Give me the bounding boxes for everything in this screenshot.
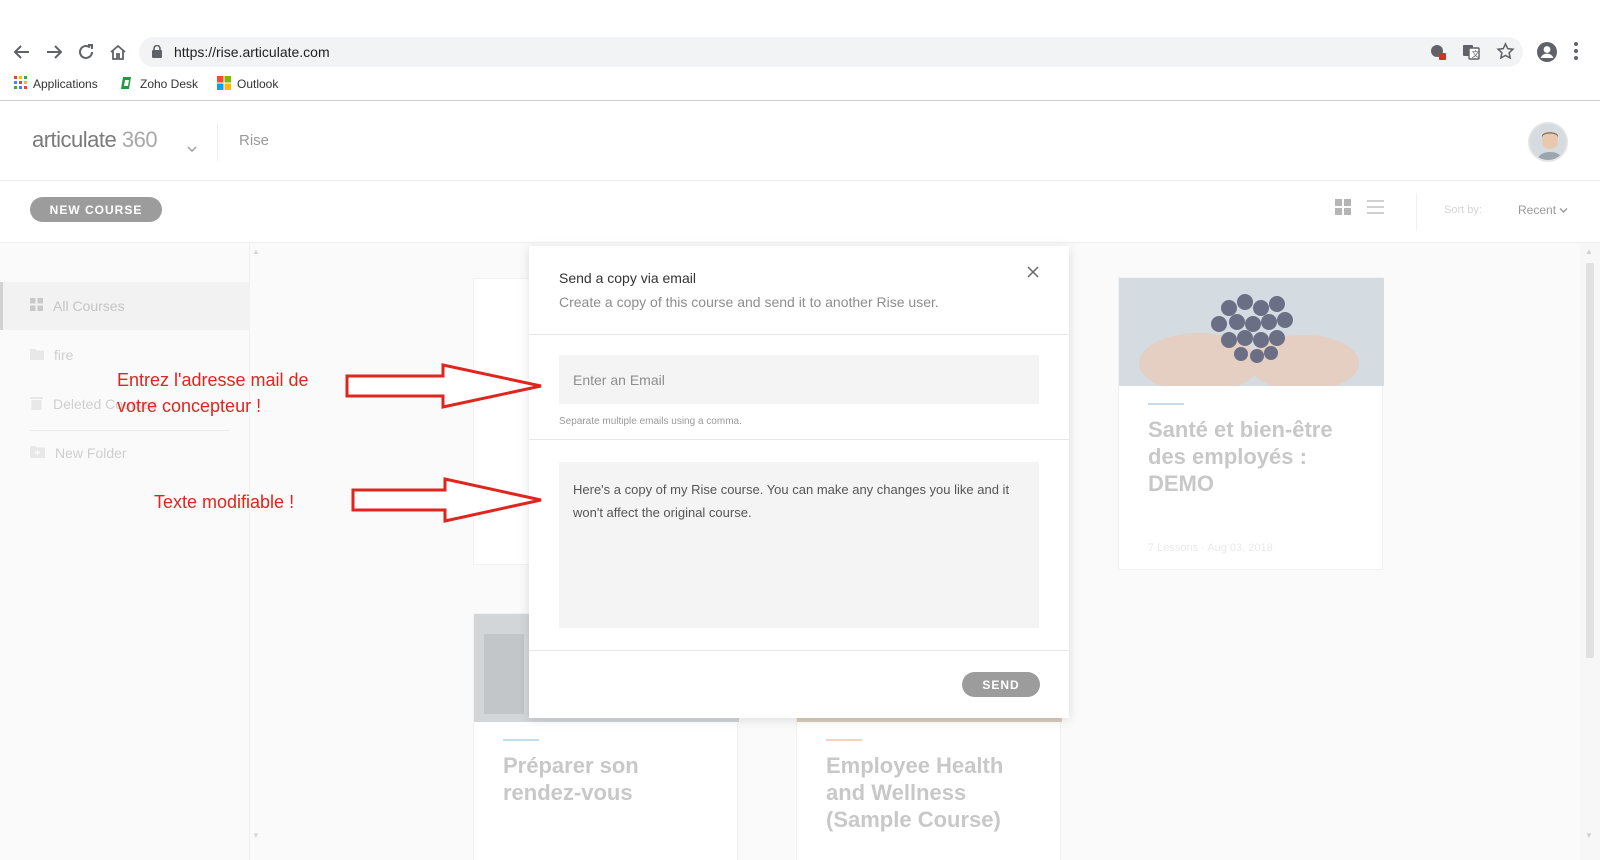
toolbar-divider [1416,193,1417,231]
url-text[interactable]: https://rise.articulate.com [174,44,330,60]
dialog-divider [529,334,1069,335]
sidebar-item-all-courses[interactable]: All Courses [0,282,250,330]
grid-icon [30,298,43,314]
card-accent-rule [503,739,539,741]
product-name[interactable]: Rise [239,132,269,149]
annotation-line: votre concepteur ! [117,396,262,416]
send-button[interactable]: SEND [962,672,1040,697]
scroll-down-icon[interactable]: ▼ [252,831,260,840]
sort-label: Sort by: [1444,204,1482,216]
arrow-email-icon [345,363,542,409]
annotation-text-note: Texte modifiable ! [154,492,295,512]
star-icon[interactable] [1496,42,1515,66]
forward-icon[interactable] [43,41,65,63]
new-folder-icon [30,445,45,461]
sort-value: Recent [1518,203,1557,217]
bookmark-label: Applications [33,77,98,91]
arrow-text-icon [351,477,542,523]
scrollbar-thumb[interactable] [1586,263,1594,658]
svg-text:文: 文 [1472,49,1480,59]
back-icon[interactable] [11,41,33,63]
chevron-down-icon[interactable] [187,133,197,159]
grid-view-icon[interactable] [1335,199,1351,220]
bookmark-label: Outlook [237,77,279,91]
zoho-desk-icon [120,76,134,93]
sidebar-item-new-folder[interactable]: New Folder [0,429,250,477]
header-divider [217,123,218,161]
send-copy-dialog: Send a copy via email Create a copy of t… [529,246,1069,718]
blocked-popup-icon[interactable] [1429,43,1447,66]
logo-text: articulate [32,127,117,152]
page-scrollbar[interactable]: ▲ ▼ [1580,243,1600,860]
sidebar-item-label: New Folder [55,445,127,461]
course-title[interactable]: Préparer son rendez-vous [503,752,713,806]
dialog-title: Send a copy via email [559,270,696,286]
sort-select[interactable]: Recent [1518,203,1568,217]
dialog-subtitle: Create a copy of this course and send it… [559,294,939,310]
address-bar[interactable]: https://rise.articulate.com 文 [139,37,1523,67]
sidebar-item-label: fire [54,347,74,363]
dialog-divider [529,650,1069,651]
menu-dots-icon[interactable] [1573,41,1579,66]
course-title[interactable]: Santé et bien-être des employés : DEMO [1148,416,1358,497]
scroll-down-icon[interactable]: ▼ [1585,831,1593,840]
course-thumbnail [1119,278,1384,386]
folder-icon [30,347,44,363]
dialog-divider [529,439,1069,440]
home-icon[interactable] [107,41,129,63]
browser-chrome: https://rise.articulate.com 文 Applicatio… [0,0,1600,101]
app-header: articulate 360 Rise [0,101,1600,181]
email-field[interactable] [559,355,1039,404]
account-icon[interactable] [1536,41,1558,68]
course-meta: 7 Lessons · Aug 03, 2018 [1148,542,1273,554]
articulate-logo[interactable]: articulate 360 [32,127,197,153]
bookmark-applications[interactable]: Applications [14,75,98,93]
scroll-up-icon[interactable]: ▲ [252,247,260,256]
course-toolbar: NEW COURSE Sort by: Recent [0,181,1600,243]
lock-icon [152,44,162,63]
apps-grid-icon [14,76,27,92]
bookmark-label: Zoho Desk [140,77,199,91]
message-textarea[interactable]: Here's a copy of my Rise course. You can… [559,462,1039,628]
translate-icon[interactable]: 文 [1462,43,1480,66]
scroll-up-icon[interactable]: ▲ [1585,247,1593,256]
logo-number: 360 [121,127,158,152]
annotation-email-note: Entrez l'adresse mail de votre concepteu… [117,367,309,419]
sidebar-item-label: All Courses [53,298,125,314]
chevron-down-icon [1559,203,1568,217]
close-icon[interactable] [1023,262,1043,282]
new-course-button[interactable]: NEW COURSE [30,197,162,222]
bookmark-outlook[interactable]: Outlook [217,75,278,93]
sidebar: ▲ All Courses fire Deleted Courses New F… [0,243,260,860]
list-view-icon[interactable] [1367,199,1384,220]
avatar[interactable] [1528,122,1568,162]
card-accent-rule [1148,403,1184,405]
course-card-sante[interactable]: Santé et bien-être des employés : DEMO 7… [1118,277,1384,570]
trash-icon [30,396,43,413]
annotation-line: Entrez l'adresse mail de [117,370,309,390]
bookmark-zoho-desk[interactable]: Zoho Desk [120,75,198,93]
card-accent-rule [826,739,862,741]
course-title[interactable]: Employee Health and Wellness (Sample Cou… [826,752,1046,833]
reload-icon[interactable] [75,41,97,63]
email-hint: Separate multiple emails using a comma. [559,416,742,427]
microsoft-logo-icon [217,75,231,93]
